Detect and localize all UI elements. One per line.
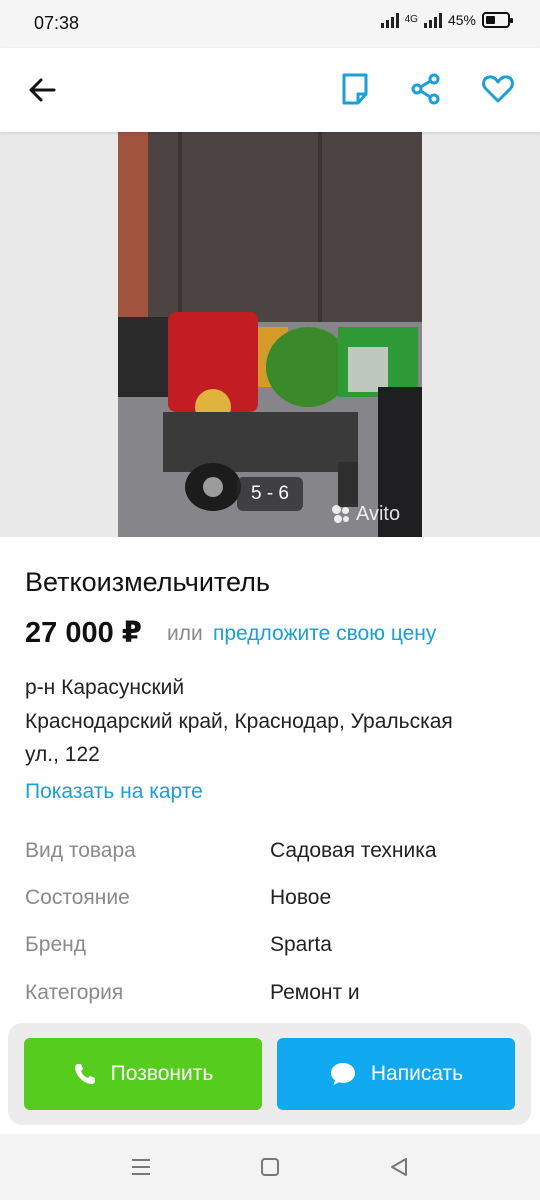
note-icon xyxy=(342,73,368,105)
photo-counter: 5 - 6 xyxy=(237,477,303,511)
back-triangle-icon xyxy=(391,1158,407,1176)
listing-title: Веткоизмельчитель xyxy=(25,567,270,597)
menu-button[interactable] xyxy=(130,1156,152,1183)
system-nav-bar xyxy=(0,1134,540,1200)
address-line1: Краснодарский край, Краснодар, Уральская xyxy=(25,710,453,733)
address-line2: ул., 122 xyxy=(25,743,100,766)
network-type: 4G xyxy=(404,14,418,25)
param-value: Ремонт и xyxy=(270,981,360,1004)
offer-price-link[interactable]: предложите свою цену xyxy=(213,622,436,646)
call-button[interactable]: Позвонить xyxy=(24,1038,262,1110)
param-label: Вид товара xyxy=(25,839,136,862)
listing-price: 27 000 ₽ xyxy=(25,617,142,649)
phone-icon xyxy=(74,1064,95,1084)
write-button[interactable]: Написать xyxy=(277,1038,515,1110)
chat-bubble-icon xyxy=(330,1063,355,1085)
address-district: р-н Карасунский xyxy=(25,676,185,699)
status-bar: 07:38 4G 45% xyxy=(0,0,540,48)
signal-icon xyxy=(380,12,399,28)
param-label: Состояние xyxy=(25,886,130,909)
param-value: Садовая техника xyxy=(270,839,437,862)
or-text: или xyxy=(167,622,203,645)
avito-watermark: Avito xyxy=(332,503,400,526)
favorite-button[interactable] xyxy=(481,72,515,106)
param-value: Новое xyxy=(270,886,332,909)
home-square-icon xyxy=(261,1158,279,1176)
signal-icon-2 xyxy=(423,12,442,28)
param-value: Sparta xyxy=(270,933,332,956)
share-icon xyxy=(411,73,440,105)
photo-gallery[interactable]: 5 - 6 Avito xyxy=(0,132,540,537)
battery-percent: 45% xyxy=(447,12,476,28)
status-icons: 4G 45% xyxy=(380,12,513,28)
write-label: Написать xyxy=(370,1062,464,1085)
app-bar xyxy=(0,48,540,132)
share-button[interactable] xyxy=(409,72,443,106)
system-back-button[interactable] xyxy=(388,1156,410,1183)
avito-logo-icon xyxy=(332,504,352,525)
action-bar: Позвонить Написать xyxy=(8,1023,531,1125)
menu-icon xyxy=(132,1159,150,1175)
note-button[interactable] xyxy=(338,72,372,106)
arrow-left-icon xyxy=(29,78,56,102)
home-button[interactable] xyxy=(259,1156,281,1183)
battery-icon xyxy=(482,12,513,28)
watermark-text: Avito xyxy=(356,503,401,525)
param-label: Категория xyxy=(25,981,124,1004)
heart-icon xyxy=(482,75,514,103)
status-time: 07:38 xyxy=(34,13,80,33)
back-button[interactable] xyxy=(26,74,58,106)
param-label: Бренд xyxy=(25,933,86,956)
show-on-map-link[interactable]: Показать на карте xyxy=(25,780,203,804)
call-label: Позвонить xyxy=(110,1062,214,1085)
